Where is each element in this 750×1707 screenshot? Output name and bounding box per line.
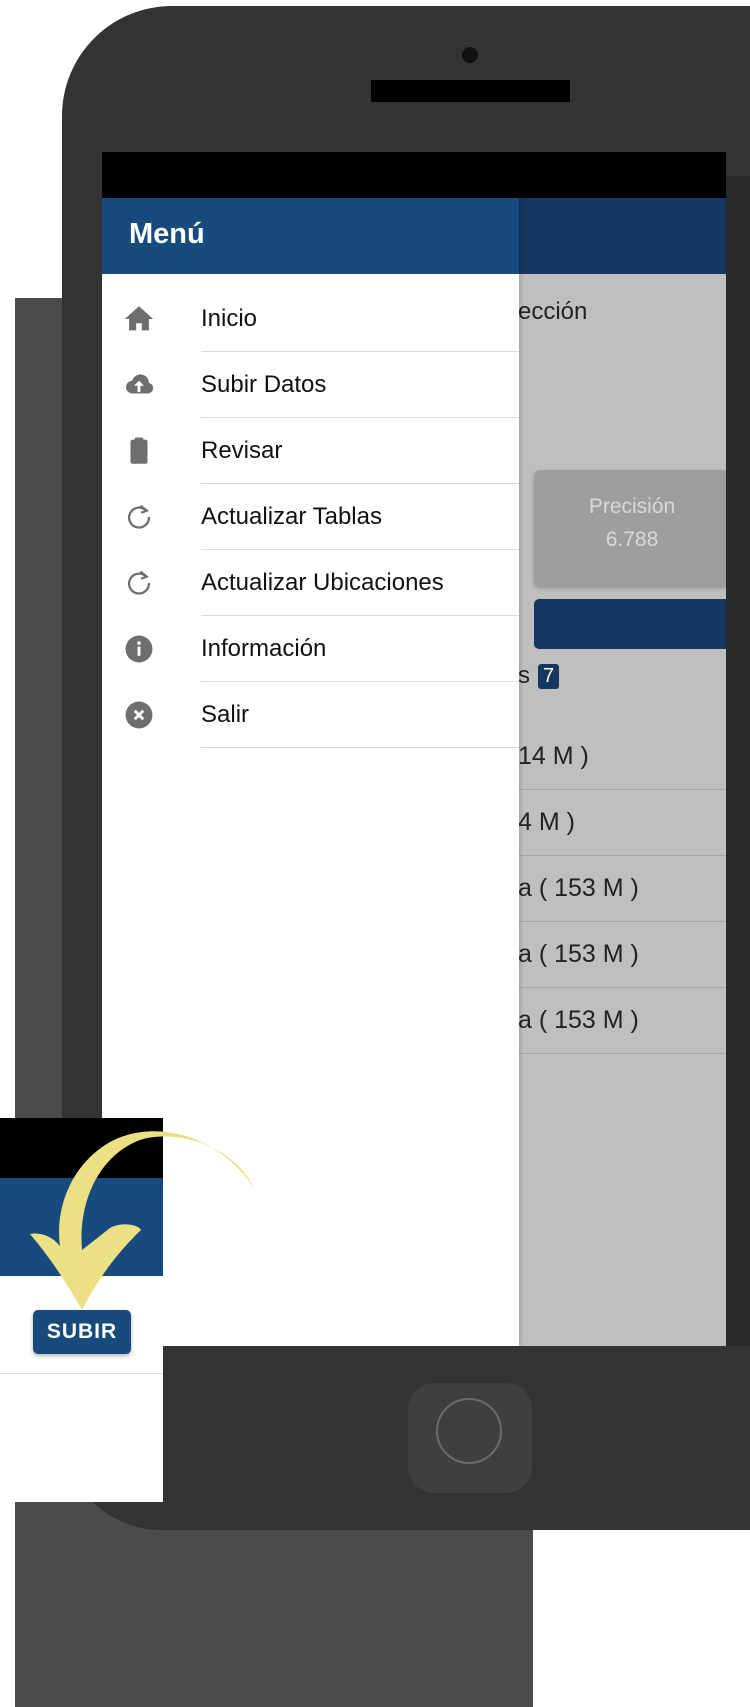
curved-arrow-icon (30, 1131, 254, 1310)
refresh-icon (128, 570, 151, 595)
count-badge: 7 (538, 663, 560, 689)
menu-label: Subir Datos (201, 371, 327, 398)
list-item[interactable]: a ( 153 M ) (518, 922, 726, 988)
precision-value: 6.788 (605, 528, 659, 551)
list-item[interactable]: a ( 153 M ) (518, 988, 726, 1054)
precision-card[interactable]: Precisión 6.788 (534, 470, 726, 586)
info-icon (125, 635, 153, 663)
menu-item-actualizar-ubicaciones[interactable]: Actualizar Ubicaciones (102, 550, 519, 616)
count-label-text: s (518, 662, 530, 689)
phone-edge (726, 176, 750, 1346)
refresh-icon (128, 504, 151, 529)
home-button-ring (436, 1398, 502, 1464)
menu-label: Información (201, 635, 327, 662)
cloud-upload-icon (126, 374, 154, 394)
menu-label: Inicio (201, 305, 258, 332)
menu-item-actualizar-tablas[interactable]: Actualizar Tablas (102, 484, 519, 550)
list-item[interactable]: 14 M ) (518, 724, 726, 790)
precision-label: Precisión (588, 495, 676, 518)
drawer-header: Menú (102, 198, 519, 274)
section-bar[interactable] (534, 599, 726, 649)
speaker-grille (371, 80, 570, 102)
list-item[interactable]: 4 M ) (518, 790, 726, 856)
divider (0, 1373, 163, 1374)
divider (201, 747, 519, 748)
camera-icon (462, 47, 478, 63)
menu-label: Actualizar Ubicaciones (201, 569, 444, 596)
clipboard-icon (130, 437, 148, 464)
menu-label: Salir (201, 701, 250, 728)
home-icon (124, 306, 154, 331)
section-heading: ección (518, 298, 588, 325)
menu-item-informacion[interactable]: Información (102, 616, 519, 682)
status-bar (102, 152, 726, 198)
menu-label: Actualizar Tablas (201, 503, 382, 530)
menu-item-salir[interactable]: Salir (102, 682, 519, 748)
close-circle-icon (125, 701, 153, 729)
menu-item-inicio[interactable]: Inicio (102, 286, 519, 352)
list-item[interactable]: a ( 153 M ) (518, 856, 726, 922)
drawer-title: Menú (129, 218, 205, 250)
menu-item-revisar[interactable]: Revisar (102, 418, 519, 484)
menu-item-subir-datos[interactable]: Subir Datos (102, 352, 519, 418)
app-content: ección Precisión 6.788 s 7 14 M ) 4 M ) … (518, 274, 726, 1346)
locations-count: s 7 (518, 662, 560, 690)
menu-label: Revisar (201, 437, 283, 464)
